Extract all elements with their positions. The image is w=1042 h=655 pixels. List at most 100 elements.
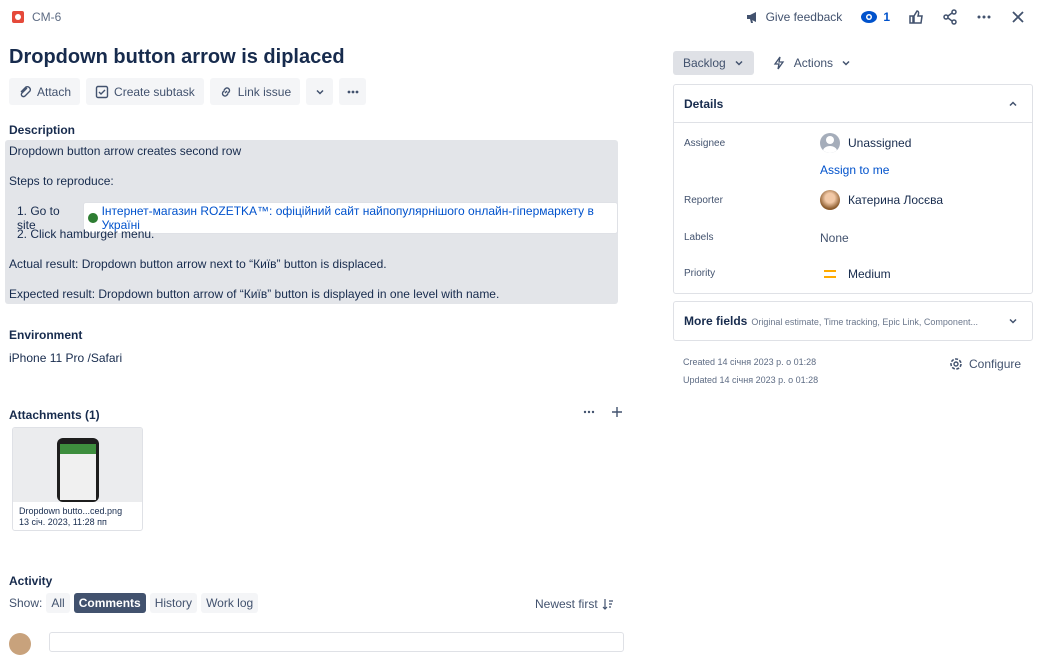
issue-header-actions: Give feedback 1 bbox=[741, 4, 1030, 30]
sort-label: Newest first bbox=[535, 597, 598, 611]
link-icon bbox=[221, 86, 230, 97]
link-issue-dropdown[interactable] bbox=[306, 78, 334, 105]
reporter-label: Reporter bbox=[684, 195, 723, 206]
sort-toggle[interactable]: Newest first bbox=[535, 597, 614, 611]
more-icon[interactable] bbox=[582, 405, 596, 419]
more-icon bbox=[347, 90, 359, 93]
site-link-text: Інтернет-магазин ROZETKA™: офіційний сай… bbox=[101, 204, 594, 232]
show-label: Show: bbox=[9, 596, 43, 610]
priority-label: Priority bbox=[684, 268, 716, 279]
link-issue-label: Link issue bbox=[237, 84, 292, 99]
details-panel: Details Assignee Unassigned Assign to me… bbox=[673, 84, 1033, 294]
chevron-down-icon bbox=[1009, 318, 1017, 324]
more-toolbar-button[interactable] bbox=[339, 78, 367, 105]
filter-history[interactable]: History bbox=[149, 593, 198, 613]
reporter-value: Катерина Лосєва bbox=[848, 193, 944, 207]
expected-result: Expected result: Dropdown button arrow o… bbox=[9, 287, 500, 301]
more-actions-button[interactable] bbox=[972, 4, 996, 30]
avatar bbox=[9, 633, 31, 655]
priority-medium-icon bbox=[824, 270, 836, 278]
issue-key[interactable]: CM-6 bbox=[32, 10, 61, 24]
configure-label: Configure bbox=[969, 357, 1022, 371]
priority-value: Medium bbox=[848, 267, 891, 281]
status-label: Backlog bbox=[683, 56, 726, 70]
link-issue-button[interactable]: Link issue bbox=[209, 78, 301, 105]
share-button[interactable] bbox=[938, 4, 962, 30]
issue-toolbar: Attach Create subtask Link issue bbox=[9, 78, 367, 105]
eye-icon bbox=[861, 11, 878, 23]
favicon-icon bbox=[88, 213, 98, 223]
watch-count: 1 bbox=[883, 10, 890, 24]
environment-value[interactable]: iPhone 11 Pro /Safari bbox=[9, 351, 122, 365]
attach-button[interactable]: Attach bbox=[9, 78, 81, 105]
subtask-icon bbox=[95, 85, 109, 98]
more-icon bbox=[977, 15, 991, 19]
bug-icon bbox=[12, 11, 24, 23]
priority-field[interactable]: Medium bbox=[824, 267, 891, 281]
close-button[interactable] bbox=[1006, 4, 1030, 30]
create-subtask-button[interactable]: Create subtask bbox=[86, 78, 204, 105]
environment-heading: Environment bbox=[9, 328, 83, 342]
give-feedback-button[interactable]: Give feedback bbox=[741, 4, 847, 30]
lightning-icon bbox=[773, 56, 784, 70]
step-2: 2. Click hamburger menu. bbox=[17, 227, 155, 241]
actions-label: Actions bbox=[793, 56, 834, 70]
steps-label: Steps to reproduce: bbox=[9, 174, 114, 188]
labels-value[interactable]: None bbox=[820, 231, 849, 245]
actions-dropdown[interactable]: Actions bbox=[764, 51, 859, 75]
thumbs-up-icon bbox=[909, 10, 923, 24]
sort-icon bbox=[602, 599, 613, 610]
configure-button[interactable]: Configure bbox=[948, 356, 1021, 372]
details-header[interactable]: Details bbox=[674, 85, 1032, 123]
attachment-date: 13 січ. 2023, 11:28 пп bbox=[19, 517, 107, 527]
chevron-down-icon bbox=[316, 89, 324, 95]
chevron-up-icon bbox=[1009, 100, 1017, 106]
more-fields-hint: Original estimate, Time tracking, Epic L… bbox=[751, 317, 978, 327]
reporter-field[interactable]: Катерина Лосєва bbox=[820, 190, 943, 210]
phone-image bbox=[57, 438, 99, 502]
attachment-card[interactable]: Dropdown butto...ced.png 13 січ. 2023, 1… bbox=[12, 427, 143, 531]
issue-title[interactable]: Dropdown button arrow is diplaced bbox=[9, 46, 345, 69]
description-body[interactable]: Dropdown button arrow creates second row… bbox=[5, 140, 618, 304]
close-icon bbox=[1012, 11, 1024, 23]
attachments-heading: Attachments (1) bbox=[9, 408, 100, 422]
reporter-avatar bbox=[820, 190, 840, 210]
attachments-actions bbox=[582, 405, 624, 419]
chevron-down-icon bbox=[842, 60, 850, 66]
unassigned-avatar-icon bbox=[820, 133, 840, 153]
description-line: Dropdown button arrow creates second row bbox=[9, 144, 242, 158]
site-link-chip[interactable]: Інтернет-магазин ROZETKA™: офіційний сай… bbox=[83, 202, 618, 234]
details-title: Details bbox=[684, 96, 724, 111]
assignee-value: Unassigned bbox=[848, 136, 912, 150]
chevron-down-icon bbox=[735, 60, 743, 66]
megaphone-icon bbox=[746, 12, 756, 23]
assign-to-me-link[interactable]: Assign to me bbox=[820, 163, 889, 177]
filter-work-log[interactable]: Work log bbox=[201, 593, 259, 613]
add-icon[interactable] bbox=[610, 405, 624, 419]
paperclip-icon bbox=[20, 85, 31, 97]
assignee-label: Assignee bbox=[684, 138, 726, 149]
issue-key-breadcrumb[interactable]: CM-6 bbox=[12, 8, 61, 26]
status-dropdown[interactable]: Backlog bbox=[673, 51, 754, 75]
status-actions-row: Backlog Actions bbox=[673, 51, 859, 75]
filter-comments[interactable]: Comments bbox=[73, 593, 146, 613]
assignee-field[interactable]: Unassigned bbox=[820, 133, 911, 153]
vote-button[interactable] bbox=[904, 4, 928, 30]
create-subtask-label: Create subtask bbox=[114, 84, 195, 99]
labels-label: Labels bbox=[684, 232, 714, 243]
more-fields-title: More fields bbox=[684, 314, 748, 328]
attachment-thumbnail bbox=[13, 428, 142, 502]
activity-heading: Activity bbox=[9, 574, 53, 588]
activity-filters: Show: All Comments History Work log bbox=[9, 593, 259, 613]
more-fields-panel[interactable]: More fields Original estimate, Time trac… bbox=[673, 301, 1033, 341]
attach-label: Attach bbox=[37, 84, 72, 99]
attachment-filename: Dropdown butto...ced.png bbox=[19, 506, 123, 516]
created-date: Created 14 січня 2023 р. о 01:28 bbox=[683, 357, 817, 367]
share-icon bbox=[943, 9, 957, 25]
give-feedback-label: Give feedback bbox=[765, 10, 843, 24]
watch-button[interactable]: 1 bbox=[856, 4, 894, 30]
description-heading: Description bbox=[9, 123, 76, 137]
comment-input[interactable] bbox=[49, 632, 624, 652]
filter-all[interactable]: All bbox=[46, 593, 70, 613]
gear-icon bbox=[950, 358, 962, 370]
